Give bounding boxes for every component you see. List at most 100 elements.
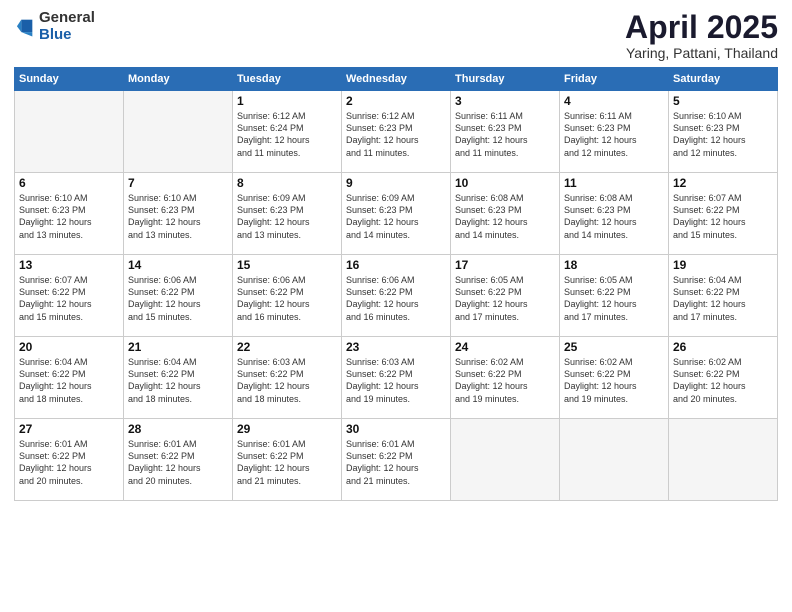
calendar-week-row: 13Sunrise: 6:07 AM Sunset: 6:22 PM Dayli… xyxy=(15,255,778,337)
calendar-week-row: 6 Sunrise: 6:10 AM Sunset: 6:23 PM Daylig… xyxy=(15,173,778,255)
calendar-day-cell: 1 Sunrise: 6:12 AM Sunset: 6:24 PM Daylig… xyxy=(233,91,342,173)
calendar-day-cell: 19 Sunrise: 6:04 AM Sunset: 6:22 PM Dayli… xyxy=(669,255,778,337)
day-info: Sunrise: 6:01 AM Sunset: 6:22 PM Dayligh… xyxy=(237,438,337,487)
day-info: Sunrise: 6:10 AM Sunset: 6:23 PM Dayligh… xyxy=(673,110,773,159)
day-info: Sunrise: 6:06 AM Sunset: 6:22 PM Dayligh… xyxy=(237,274,337,323)
day-number: 9 xyxy=(346,176,446,190)
day-number: 26 xyxy=(673,340,773,354)
day-info: Sunrise: 6:02 AM Sunset: 6:22 PM Dayligh… xyxy=(673,356,773,405)
calendar-day-cell: 17Sunrise: 6:05 AM Sunset: 6:22 PM Dayli… xyxy=(451,255,560,337)
day-info: Sunrise: 6:12 AM Sunset: 6:23 PM Dayligh… xyxy=(346,110,446,159)
calendar-day-cell: 24Sunrise: 6:02 AM Sunset: 6:22 PM Dayli… xyxy=(451,337,560,419)
calendar-week-row: 20 Sunrise: 6:04 AM Sunset: 6:22 PM Dayli… xyxy=(15,337,778,419)
calendar-day-cell xyxy=(124,91,233,173)
day-number: 19 xyxy=(673,258,773,272)
calendar-day-cell: 21Sunrise: 6:04 AM Sunset: 6:22 PM Dayli… xyxy=(124,337,233,419)
logo-blue: Blue xyxy=(39,27,95,44)
calendar-day-cell: 25Sunrise: 6:02 AM Sunset: 6:22 PM Dayli… xyxy=(560,337,669,419)
day-number: 6 xyxy=(19,176,119,190)
page: General Blue April 2025 Yaring, Pattani,… xyxy=(0,0,792,612)
logo-general: General xyxy=(39,10,95,27)
calendar-day-cell: 13Sunrise: 6:07 AM Sunset: 6:22 PM Dayli… xyxy=(15,255,124,337)
header: General Blue April 2025 Yaring, Pattani,… xyxy=(14,10,778,61)
calendar-day-cell: 22 Sunrise: 6:03 AM Sunset: 6:22 PM Dayli… xyxy=(233,337,342,419)
logo: General Blue xyxy=(14,10,95,43)
day-info: Sunrise: 6:04 AM Sunset: 6:22 PM Dayligh… xyxy=(673,274,773,323)
day-number: 20 xyxy=(19,340,119,354)
calendar-day-header: Saturday xyxy=(669,68,778,91)
day-number: 27 xyxy=(19,422,119,436)
calendar-day-cell: 3Sunrise: 6:11 AM Sunset: 6:23 PM Daylig… xyxy=(451,91,560,173)
month-title: April 2025 xyxy=(625,10,778,45)
day-number: 2 xyxy=(346,94,446,108)
day-number: 10 xyxy=(455,176,555,190)
calendar-day-header: Sunday xyxy=(15,68,124,91)
calendar-day-cell: 2 Sunrise: 6:12 AM Sunset: 6:23 PM Daylig… xyxy=(342,91,451,173)
day-info: Sunrise: 6:10 AM Sunset: 6:23 PM Dayligh… xyxy=(128,192,228,241)
calendar-day-cell xyxy=(669,419,778,501)
day-number: 24 xyxy=(455,340,555,354)
calendar-day-cell: 4 Sunrise: 6:11 AM Sunset: 6:23 PM Daylig… xyxy=(560,91,669,173)
day-info: Sunrise: 6:05 AM Sunset: 6:22 PM Dayligh… xyxy=(564,274,664,323)
calendar-day-cell: 27 Sunrise: 6:01 AM Sunset: 6:22 PM Dayli… xyxy=(15,419,124,501)
day-number: 4 xyxy=(564,94,664,108)
calendar-day-cell: 10Sunrise: 6:08 AM Sunset: 6:23 PM Dayli… xyxy=(451,173,560,255)
day-number: 22 xyxy=(237,340,337,354)
day-info: Sunrise: 6:02 AM Sunset: 6:22 PM Dayligh… xyxy=(564,356,664,405)
calendar-day-cell: 8Sunrise: 6:09 AM Sunset: 6:23 PM Daylig… xyxy=(233,173,342,255)
calendar-day-header: Monday xyxy=(124,68,233,91)
calendar-day-cell: 7 Sunrise: 6:10 AM Sunset: 6:23 PM Daylig… xyxy=(124,173,233,255)
calendar-day-cell: 26 Sunrise: 6:02 AM Sunset: 6:22 PM Dayli… xyxy=(669,337,778,419)
logo-text: General Blue xyxy=(39,10,95,43)
location-subtitle: Yaring, Pattani, Thailand xyxy=(625,45,778,61)
calendar-day-cell: 6 Sunrise: 6:10 AM Sunset: 6:23 PM Daylig… xyxy=(15,173,124,255)
day-number: 29 xyxy=(237,422,337,436)
day-number: 8 xyxy=(237,176,337,190)
day-number: 1 xyxy=(237,94,337,108)
day-number: 16 xyxy=(346,258,446,272)
day-info: Sunrise: 6:06 AM Sunset: 6:22 PM Dayligh… xyxy=(346,274,446,323)
calendar-day-cell xyxy=(560,419,669,501)
day-info: Sunrise: 6:01 AM Sunset: 6:22 PM Dayligh… xyxy=(346,438,446,487)
calendar-day-header: Tuesday xyxy=(233,68,342,91)
day-info: Sunrise: 6:09 AM Sunset: 6:23 PM Dayligh… xyxy=(346,192,446,241)
calendar-day-cell: 16 Sunrise: 6:06 AM Sunset: 6:22 PM Dayli… xyxy=(342,255,451,337)
day-info: Sunrise: 6:01 AM Sunset: 6:22 PM Dayligh… xyxy=(128,438,228,487)
day-number: 18 xyxy=(564,258,664,272)
day-number: 23 xyxy=(346,340,446,354)
day-info: Sunrise: 6:11 AM Sunset: 6:23 PM Dayligh… xyxy=(564,110,664,159)
day-number: 28 xyxy=(128,422,228,436)
day-info: Sunrise: 6:12 AM Sunset: 6:24 PM Dayligh… xyxy=(237,110,337,159)
calendar-day-cell: 18 Sunrise: 6:05 AM Sunset: 6:22 PM Dayli… xyxy=(560,255,669,337)
day-info: Sunrise: 6:08 AM Sunset: 6:23 PM Dayligh… xyxy=(564,192,664,241)
calendar-day-cell: 15 Sunrise: 6:06 AM Sunset: 6:22 PM Dayli… xyxy=(233,255,342,337)
calendar-day-cell: 29 Sunrise: 6:01 AM Sunset: 6:22 PM Dayli… xyxy=(233,419,342,501)
day-number: 30 xyxy=(346,422,446,436)
day-number: 11 xyxy=(564,176,664,190)
day-info: Sunrise: 6:07 AM Sunset: 6:22 PM Dayligh… xyxy=(19,274,119,323)
day-number: 15 xyxy=(237,258,337,272)
title-block: April 2025 Yaring, Pattani, Thailand xyxy=(625,10,778,61)
calendar-day-cell: 11 Sunrise: 6:08 AM Sunset: 6:23 PM Dayli… xyxy=(560,173,669,255)
calendar-day-cell: 12 Sunrise: 6:07 AM Sunset: 6:22 PM Dayli… xyxy=(669,173,778,255)
day-number: 12 xyxy=(673,176,773,190)
day-info: Sunrise: 6:05 AM Sunset: 6:22 PM Dayligh… xyxy=(455,274,555,323)
calendar-day-cell: 14Sunrise: 6:06 AM Sunset: 6:22 PM Dayli… xyxy=(124,255,233,337)
day-info: Sunrise: 6:07 AM Sunset: 6:22 PM Dayligh… xyxy=(673,192,773,241)
day-info: Sunrise: 6:04 AM Sunset: 6:22 PM Dayligh… xyxy=(19,356,119,405)
day-number: 5 xyxy=(673,94,773,108)
day-number: 3 xyxy=(455,94,555,108)
day-number: 7 xyxy=(128,176,228,190)
calendar-day-cell: 30 Sunrise: 6:01 AM Sunset: 6:22 PM Dayli… xyxy=(342,419,451,501)
day-info: Sunrise: 6:03 AM Sunset: 6:22 PM Dayligh… xyxy=(237,356,337,405)
calendar-day-header: Friday xyxy=(560,68,669,91)
calendar-day-cell: 5 Sunrise: 6:10 AM Sunset: 6:23 PM Daylig… xyxy=(669,91,778,173)
day-info: Sunrise: 6:01 AM Sunset: 6:22 PM Dayligh… xyxy=(19,438,119,487)
calendar-day-header: Wednesday xyxy=(342,68,451,91)
calendar-week-row: 27 Sunrise: 6:01 AM Sunset: 6:22 PM Dayli… xyxy=(15,419,778,501)
calendar-day-cell: 28 Sunrise: 6:01 AM Sunset: 6:22 PM Dayli… xyxy=(124,419,233,501)
calendar-day-cell xyxy=(451,419,560,501)
day-info: Sunrise: 6:10 AM Sunset: 6:23 PM Dayligh… xyxy=(19,192,119,241)
day-info: Sunrise: 6:04 AM Sunset: 6:22 PM Dayligh… xyxy=(128,356,228,405)
calendar-day-cell: 23Sunrise: 6:03 AM Sunset: 6:22 PM Dayli… xyxy=(342,337,451,419)
